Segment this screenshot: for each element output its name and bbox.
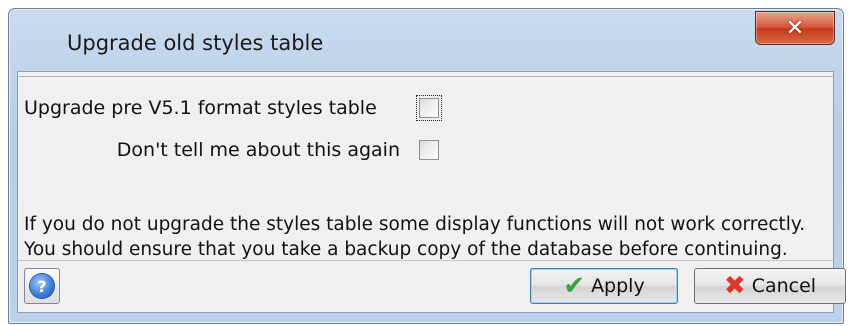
help-button[interactable]: ? — [24, 268, 60, 304]
dont-tell-option-label: Don't tell me about this again — [116, 139, 400, 161]
close-icon: ✕ — [785, 15, 805, 41]
dialog-window: Upgrade old styles table ✕ Upgrade pre V… — [8, 8, 846, 324]
close-button[interactable]: ✕ — [755, 11, 835, 45]
cancel-button-label: Cancel — [751, 275, 817, 297]
apply-button-label: Apply — [591, 275, 645, 297]
dialog-content: Upgrade pre V5.1 format styles table Don… — [17, 71, 846, 313]
checkmark-icon: ✔ — [563, 271, 586, 301]
help-icon: ? — [30, 274, 54, 298]
divider — [18, 76, 833, 77]
footer-divider — [18, 260, 833, 261]
apply-button[interactable]: ✔ Apply — [530, 268, 678, 304]
cancel-x-icon: ✖ — [723, 271, 746, 301]
warning-text-line-1: If you do not upgrade the styles table s… — [24, 214, 806, 235]
cancel-button[interactable]: ✖ Cancel — [694, 268, 846, 304]
upgrade-option-label: Upgrade pre V5.1 format styles table — [24, 97, 377, 119]
dont-tell-checkbox[interactable] — [419, 140, 439, 160]
upgrade-checkbox[interactable] — [416, 95, 442, 121]
dialog-title: Upgrade old styles table — [67, 31, 324, 55]
warning-text-line-2: You should ensure that you take a backup… — [24, 239, 788, 260]
